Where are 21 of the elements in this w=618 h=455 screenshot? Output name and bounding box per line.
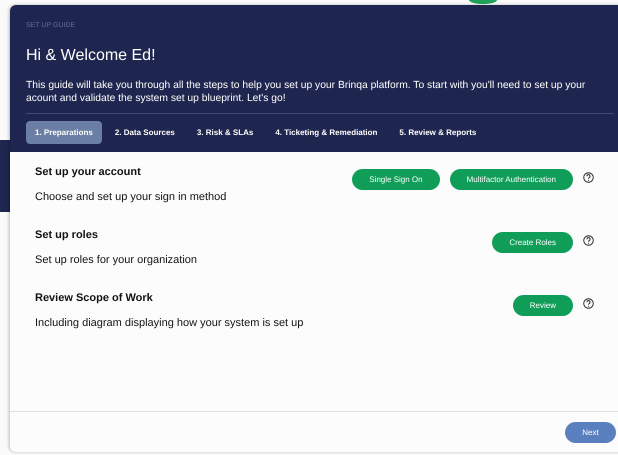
action-button[interactable]: Review — [512, 295, 573, 316]
step-tab[interactable]: 2. Data Sources — [106, 121, 184, 144]
help-icon[interactable] — [583, 298, 594, 309]
help-icon[interactable] — [583, 172, 594, 183]
step-tab[interactable]: 1. Preparations — [26, 121, 102, 144]
next-button[interactable]: Next — [565, 422, 616, 442]
step-title: Set up roles — [35, 229, 99, 242]
step-title: Set up your account — [35, 166, 142, 179]
step-description: Including diagram displaying how your system is set up — [35, 317, 304, 330]
welcome-title: Hi & Welcome Ed! — [26, 46, 157, 66]
action-button[interactable]: Multifactor Authentication — [450, 169, 573, 190]
action-button[interactable]: Create Roles — [492, 232, 573, 253]
step-title: Review Scope of Work — [35, 292, 154, 305]
action-button[interactable]: Single Sign On — [352, 169, 440, 190]
step-description: Choose and set up your sign in method — [35, 191, 228, 204]
help-icon[interactable] — [583, 235, 594, 246]
intro-text: This guide will take you through all the steps to help you set up your Brinqa platform. To start with you'll need to set up your acount and validate the system set up blueprint. Let's go! — [26, 80, 586, 105]
step-description: Set up roles for your organization — [35, 254, 198, 267]
step-tab[interactable]: 3. Risk & SLAs — [188, 121, 262, 144]
step-tab[interactable]: 5. Review & Reports — [390, 121, 486, 144]
step-tab[interactable]: 4. Ticketing & Remediation — [266, 121, 386, 144]
